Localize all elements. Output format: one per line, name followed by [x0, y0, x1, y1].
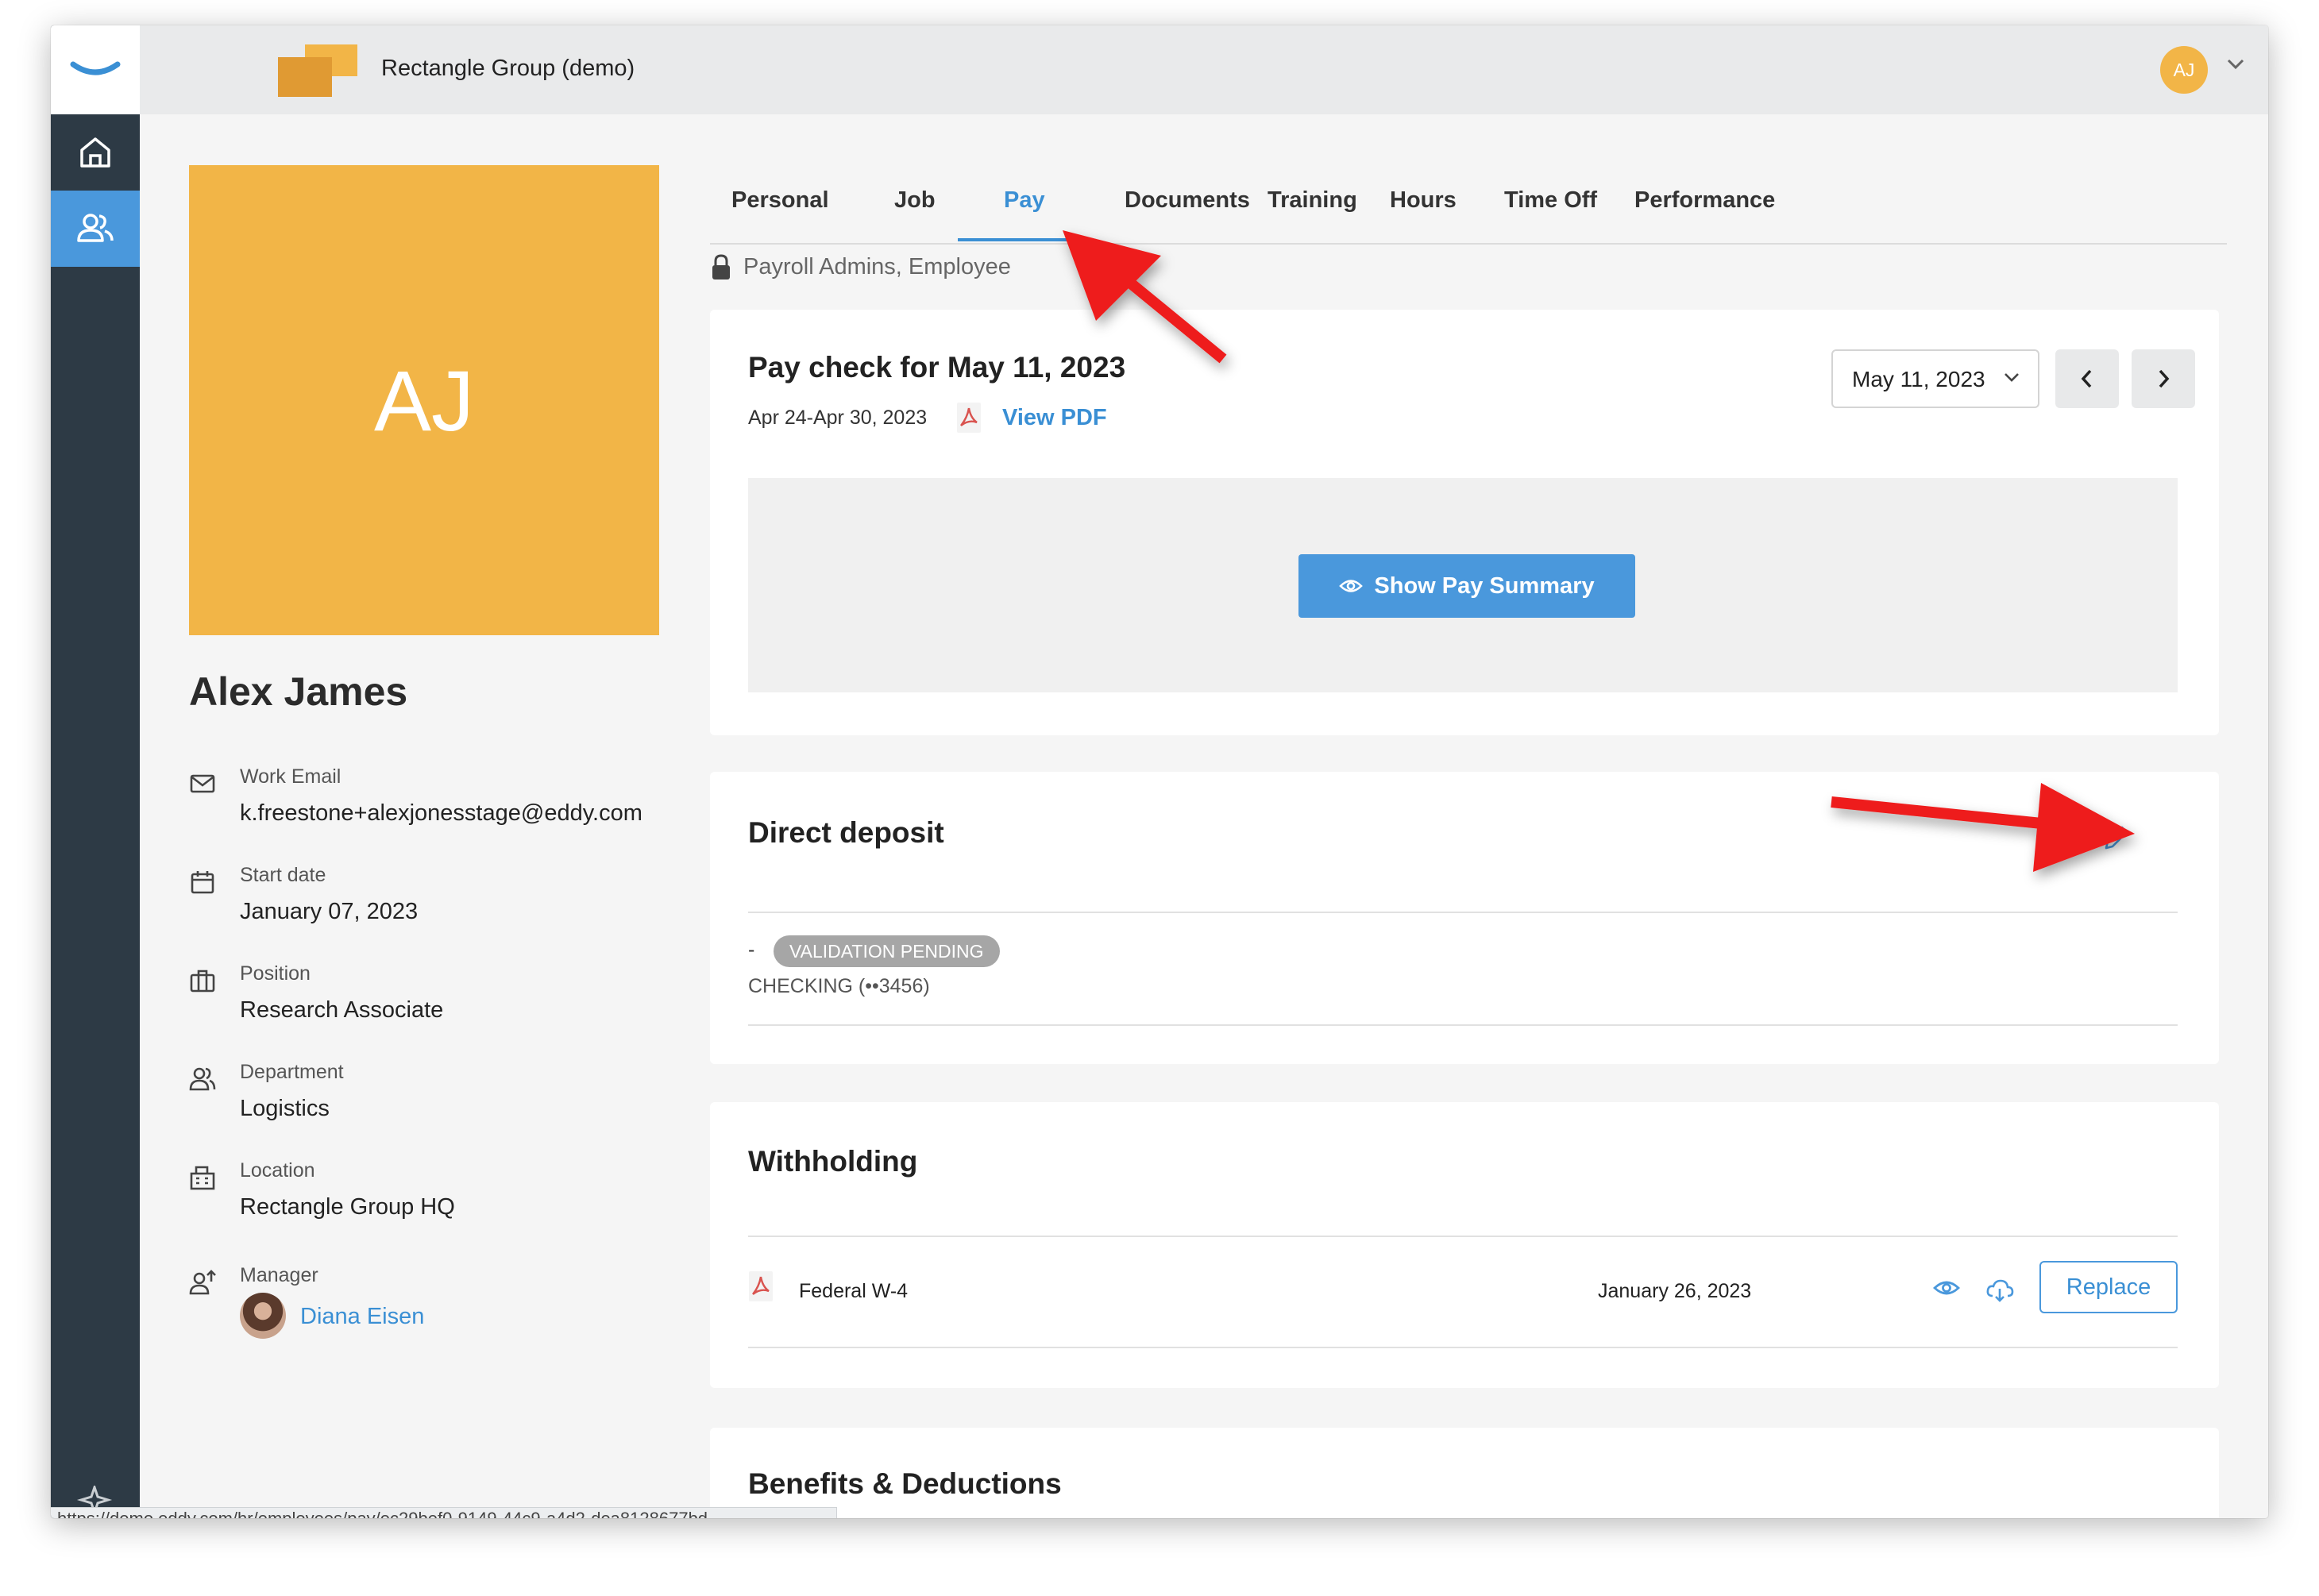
location-field: Location Rectangle Group HQ: [189, 1159, 697, 1223]
manager-icon: [189, 1270, 216, 1295]
tab-documents[interactable]: Documents: [1125, 187, 1250, 214]
active-tab-indicator: [958, 238, 1074, 241]
divider: [748, 1236, 2178, 1237]
withholding-title: Withholding: [748, 1145, 918, 1178]
calendar-icon: [191, 871, 214, 894]
tab-hours[interactable]: Hours: [1390, 187, 1457, 214]
profile-tabs: Personal Job Pay Documents Training Hour…: [710, 152, 2227, 245]
work-email-field: Work Email k.freestone+alexjonesstage@ed…: [189, 765, 697, 829]
withholding-card: Withholding Federal W-4 January 26, 2023…: [710, 1102, 2219, 1388]
divider: [748, 1024, 2178, 1026]
employee-photo: AJ: [189, 165, 659, 635]
permissions-text: Payroll Admins, Employee: [743, 254, 1011, 279]
account-info: CHECKING (••3456): [748, 975, 930, 997]
company-name[interactable]: Rectangle Group (demo): [381, 56, 635, 82]
company-logo: [278, 44, 357, 97]
next-paycheck-button[interactable]: [2132, 349, 2195, 408]
position-field: Position Research Associate: [189, 962, 697, 1026]
sidebar-item-people[interactable]: [51, 191, 140, 267]
paycheck-title: Pay check for May 11, 2023: [748, 351, 1126, 384]
employee-name: Alex James: [189, 669, 408, 714]
start-date-value: January 07, 2023: [240, 899, 419, 924]
pay-summary-area: Show Pay Summary: [748, 478, 2178, 692]
pdf-icon: [749, 1271, 773, 1301]
pdf-icon: [957, 403, 981, 433]
show-pay-summary-button[interactable]: Show Pay Summary: [1298, 554, 1635, 618]
tab-job[interactable]: Job: [894, 187, 936, 214]
replace-button[interactable]: Replace: [2039, 1261, 2178, 1313]
eye-icon[interactable]: [1933, 1278, 1960, 1297]
paycheck-card: Pay check for May 11, 2023 Apr 24-Apr 30…: [710, 310, 2219, 735]
pay-period: Apr 24-Apr 30, 2023: [748, 407, 928, 429]
manager-name-link[interactable]: Diana Eisen: [300, 1304, 424, 1330]
manager-label: Manager: [240, 1264, 318, 1286]
department-field: Department Logistics: [189, 1061, 697, 1124]
department-label: Department: [240, 1061, 344, 1083]
status-badge: VALIDATION PENDING: [774, 935, 1000, 967]
manager-field: Manager Diana Eisen: [189, 1264, 697, 1351]
smile-logo-icon: [70, 61, 121, 75]
chevron-left-icon: [2081, 369, 2092, 388]
chevron-down-icon: [2005, 373, 2019, 382]
position-label: Position: [240, 962, 311, 985]
document-name: Federal W-4: [799, 1280, 909, 1302]
browser-status-bar: https://demo.eddy.com/hr/employees/pay/e…: [51, 1507, 837, 1518]
app-window: Rectangle Group (demo) AJ AJ Alex James …: [51, 25, 2268, 1518]
tab-performance[interactable]: Performance: [1634, 187, 1775, 214]
people-icon: [189, 1067, 216, 1091]
eye-icon: [1339, 580, 1364, 592]
paycheck-date-select[interactable]: May 11, 2023: [1831, 349, 2039, 408]
people-icon: [77, 214, 114, 242]
mail-icon: [190, 774, 215, 793]
location-value: Rectangle Group HQ: [240, 1194, 455, 1220]
cloud-download-icon[interactable]: [1985, 1278, 2014, 1302]
sidebar-item-home[interactable]: [51, 114, 140, 191]
direct-deposit-card: Direct deposit - VALIDATION PENDING CHEC…: [710, 772, 2219, 1064]
selected-date: May 11, 2023: [1852, 367, 1985, 391]
pencil-icon[interactable]: [2101, 823, 2132, 853]
tab-pay[interactable]: Pay: [1004, 187, 1045, 214]
app-logo[interactable]: [51, 25, 140, 114]
top-bar: Rectangle Group (demo) AJ: [140, 25, 2268, 114]
divider: [748, 1347, 2178, 1348]
briefcase-icon: [190, 970, 215, 993]
lock-icon: [710, 254, 732, 285]
building-icon: [190, 1166, 215, 1190]
previous-paycheck-button[interactable]: [2055, 349, 2119, 408]
benefits-title: Benefits & Deductions: [748, 1467, 1062, 1500]
direct-deposit-title: Direct deposit: [748, 816, 944, 849]
manager-avatar[interactable]: [240, 1293, 286, 1339]
deposit-dash: -: [748, 939, 755, 961]
position-value: Research Associate: [240, 997, 444, 1023]
work-email-label: Work Email: [240, 765, 341, 788]
start-date-field: Start date January 07, 2023: [189, 864, 697, 927]
work-email-value: k.freestone+alexjonesstage@eddy.com: [240, 800, 642, 826]
tab-time-off[interactable]: Time Off: [1504, 187, 1597, 214]
sidebar: [51, 25, 140, 1518]
start-date-label: Start date: [240, 864, 326, 886]
user-avatar[interactable]: AJ: [2160, 46, 2208, 94]
tab-personal[interactable]: Personal: [731, 187, 829, 214]
chevron-down-icon[interactable]: [2225, 57, 2246, 75]
chevron-right-icon: [2159, 369, 2170, 388]
document-date: January 26, 2023: [1598, 1280, 1752, 1302]
tab-training[interactable]: Training: [1268, 187, 1357, 214]
location-label: Location: [240, 1159, 315, 1182]
benefits-card: Benefits & Deductions: [710, 1428, 2219, 1518]
divider: [748, 912, 2178, 913]
show-pay-summary-label: Show Pay Summary: [1374, 572, 1595, 599]
department-value: Logistics: [240, 1096, 330, 1121]
home-icon: [80, 137, 110, 168]
view-pdf-link[interactable]: View PDF: [1002, 405, 1107, 431]
